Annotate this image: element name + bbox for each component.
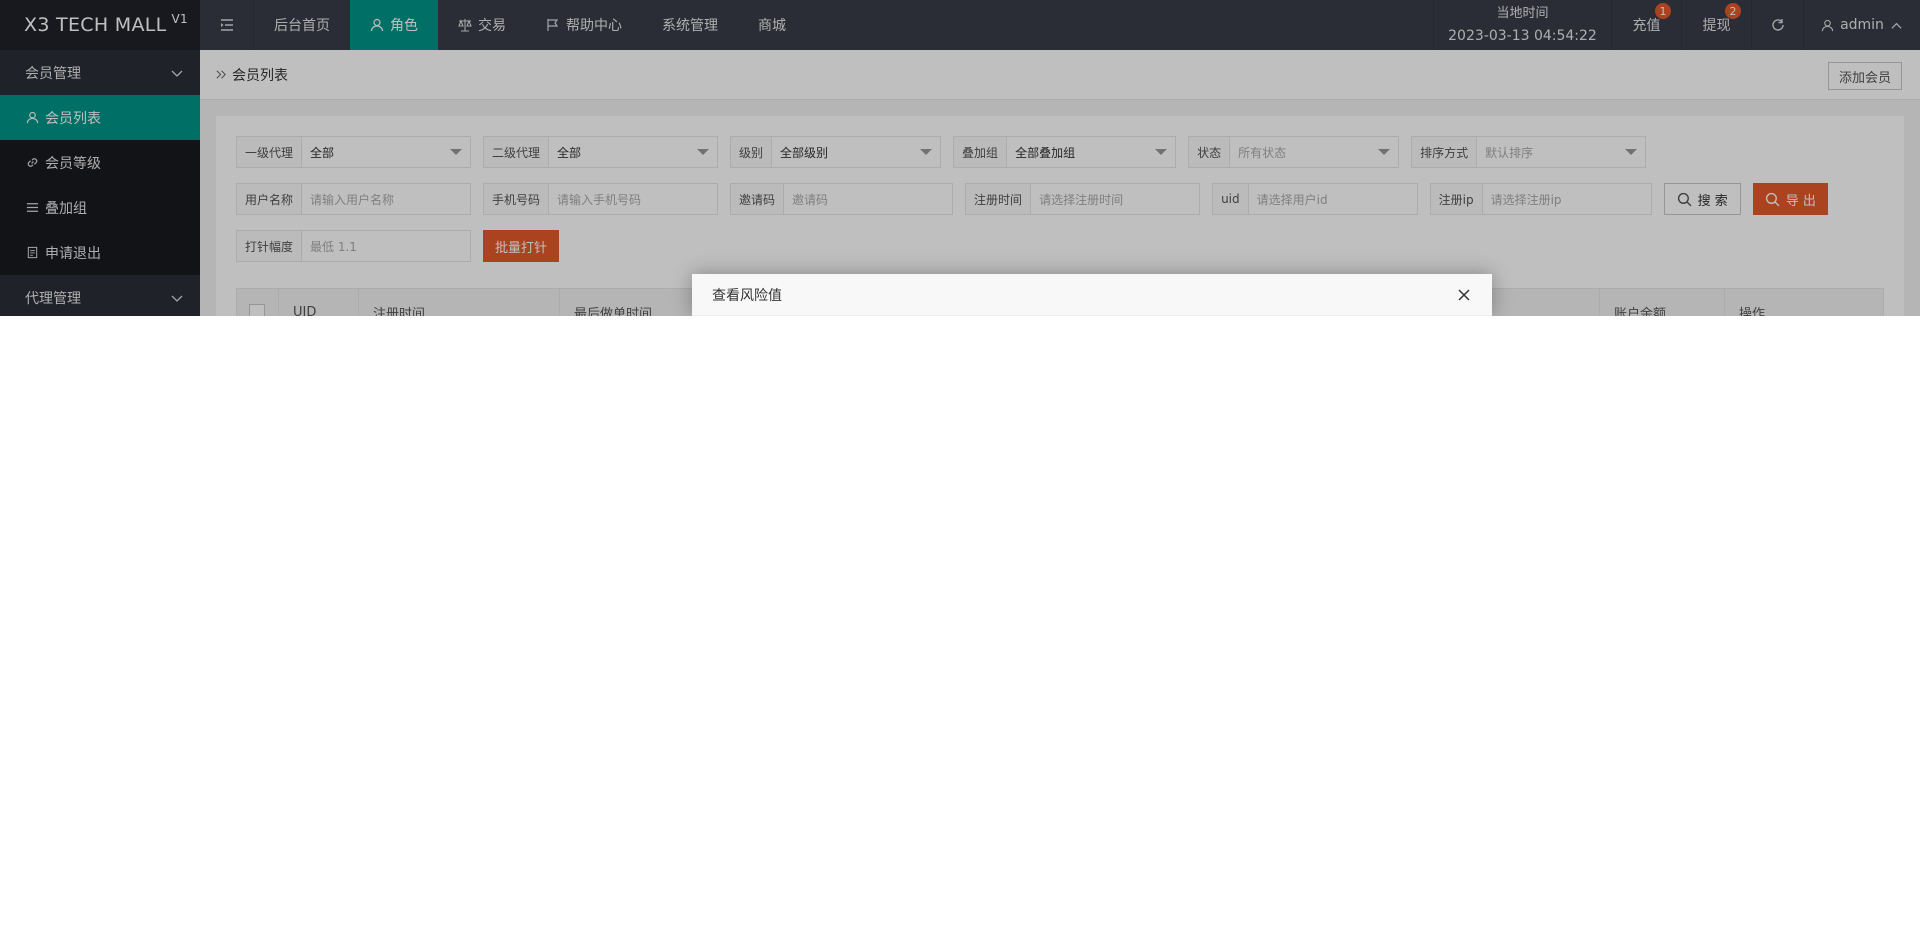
app-root: X3 TECH MALL V1 后台首页 角色 交易 帮助中心 系统管理 商城 … bbox=[0, 0, 1920, 316]
modal-title: 查看风险值 bbox=[712, 287, 782, 304]
close-icon bbox=[1458, 288, 1470, 301]
modal-overlay[interactable] bbox=[0, 0, 1920, 316]
risk-value-modal: 查看风险值 bbox=[692, 274, 1492, 316]
modal-close-button[interactable] bbox=[1456, 287, 1472, 303]
